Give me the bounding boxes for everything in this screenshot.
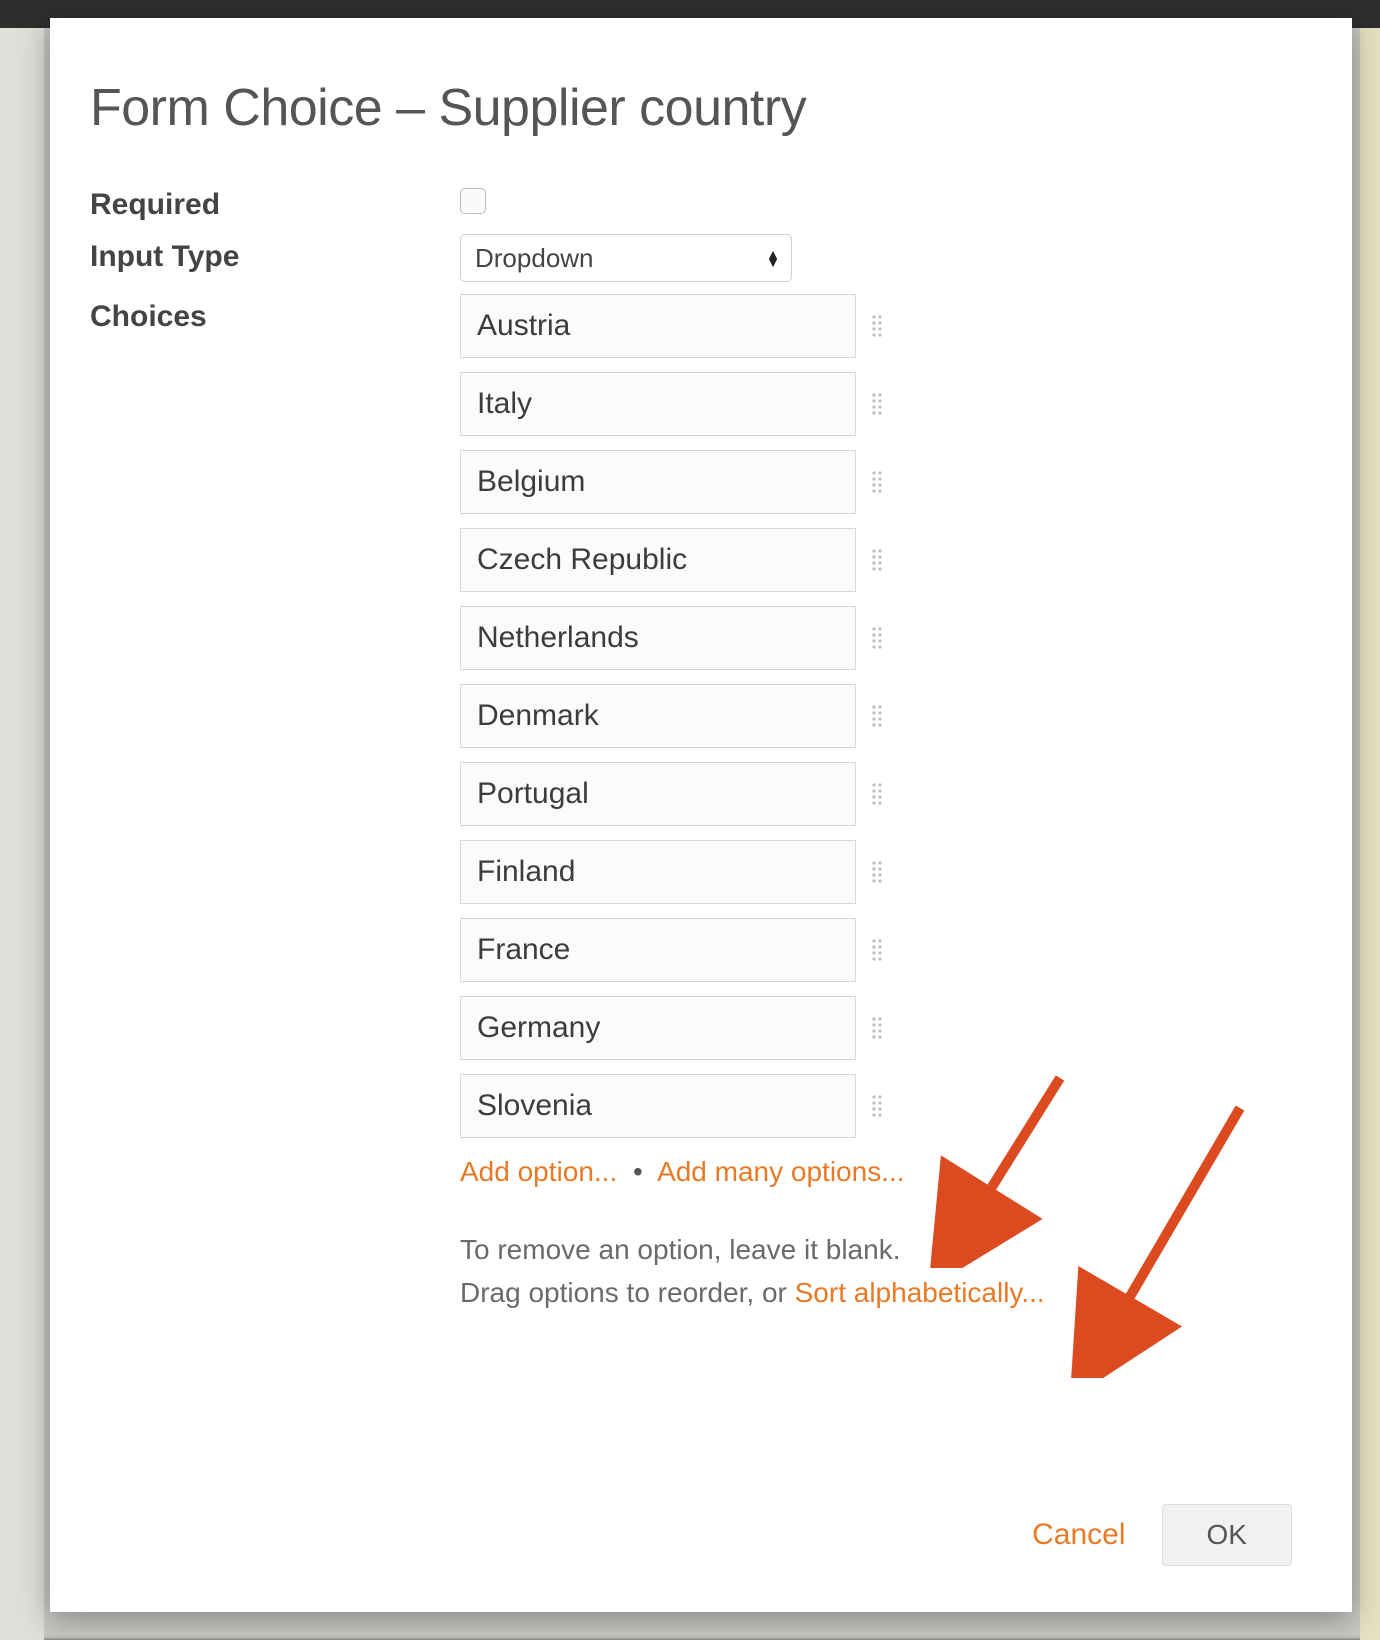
add-links-row: Add option... • Add many options... (460, 1156, 1292, 1188)
add-option-link[interactable]: Add option... (460, 1156, 617, 1187)
choices-label: Choices (90, 294, 460, 334)
sort-alphabetically-link[interactable]: Sort alphabetically... (795, 1277, 1045, 1308)
required-label: Required (90, 182, 460, 222)
drag-handle-icon[interactable] (872, 548, 882, 572)
choice-input[interactable] (460, 528, 856, 592)
choice-row (460, 294, 1292, 358)
hint-line-2: Drag options to reorder, or Sort alphabe… (460, 1271, 1292, 1314)
modal-footer: Cancel OK (1032, 1504, 1292, 1566)
ok-button[interactable]: OK (1162, 1504, 1292, 1566)
cancel-button[interactable]: Cancel (1032, 1518, 1125, 1552)
hint-line-1: To remove an option, leave it blank. (460, 1228, 1292, 1271)
required-checkbox[interactable] (460, 188, 486, 214)
choice-row (460, 606, 1292, 670)
choice-row (460, 372, 1292, 436)
drag-handle-icon[interactable] (872, 470, 882, 494)
choice-input[interactable] (460, 372, 856, 436)
drag-handle-icon[interactable] (872, 1016, 882, 1040)
input-type-label: Input Type (90, 234, 460, 274)
choice-input[interactable] (460, 450, 856, 514)
choice-row (460, 1074, 1292, 1138)
hint-prefix: Drag options to reorder, or (460, 1277, 795, 1308)
choice-input[interactable] (460, 840, 856, 904)
choice-input[interactable] (460, 684, 856, 748)
choice-input[interactable] (460, 1074, 856, 1138)
choice-input[interactable] (460, 762, 856, 826)
drag-handle-icon[interactable] (872, 626, 882, 650)
modal-title: Form Choice – Supplier country (90, 78, 1292, 138)
background-right-text (1360, 28, 1380, 1640)
drag-handle-icon[interactable] (872, 392, 882, 416)
choice-list (460, 294, 1292, 1138)
add-many-options-link[interactable]: Add many options... (657, 1156, 904, 1187)
choice-input[interactable] (460, 996, 856, 1060)
hint-text: To remove an option, leave it blank. Dra… (460, 1228, 1292, 1315)
choice-row (460, 684, 1292, 748)
bullet-separator: • (625, 1156, 651, 1187)
choice-row (460, 996, 1292, 1060)
drag-handle-icon[interactable] (872, 860, 882, 884)
drag-handle-icon[interactable] (872, 314, 882, 338)
choice-row (460, 918, 1292, 982)
choice-input[interactable] (460, 294, 856, 358)
form-choice-modal: Form Choice – Supplier country Required … (50, 18, 1352, 1612)
drag-handle-icon[interactable] (872, 1094, 882, 1118)
input-type-select[interactable]: Dropdown (460, 234, 792, 282)
choice-row (460, 762, 1292, 826)
choice-input[interactable] (460, 918, 856, 982)
choice-row (460, 450, 1292, 514)
drag-handle-icon[interactable] (872, 938, 882, 962)
background-left-text (0, 28, 44, 1640)
choice-row (460, 840, 1292, 904)
choice-row (460, 528, 1292, 592)
drag-handle-icon[interactable] (872, 782, 882, 806)
drag-handle-icon[interactable] (872, 704, 882, 728)
choice-input[interactable] (460, 606, 856, 670)
